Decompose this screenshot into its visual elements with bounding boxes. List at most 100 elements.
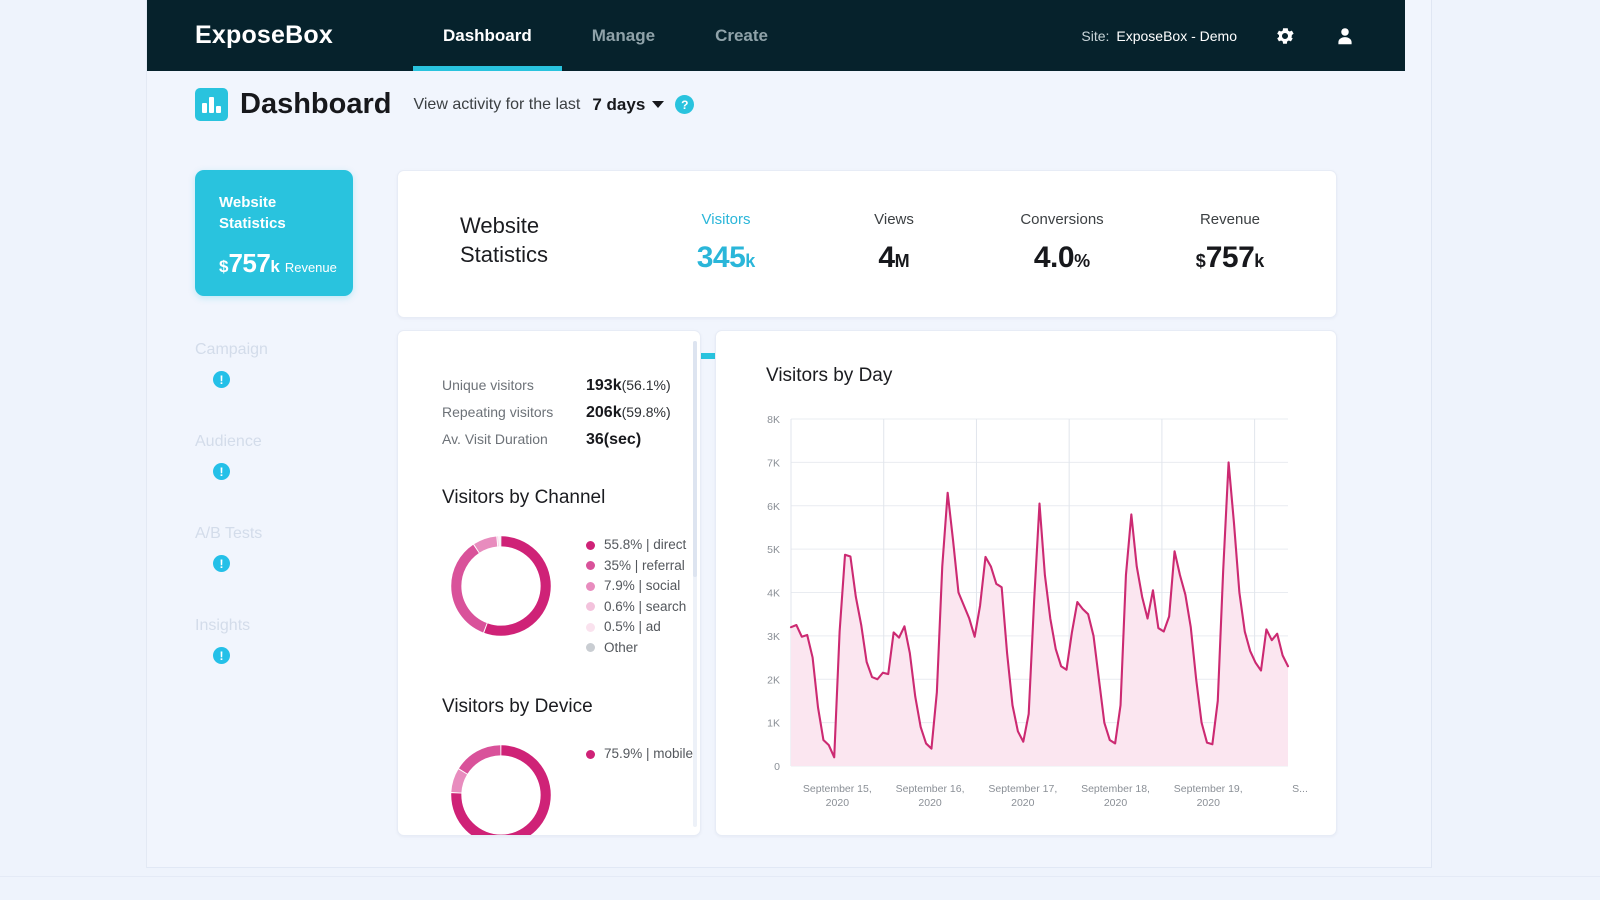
y-axis-tick-label: 8K — [767, 414, 780, 426]
stat-label: Repeating visitors — [442, 404, 554, 420]
kpi-tab-visitors[interactable]: Visitors 345k — [642, 211, 810, 359]
brand-logo[interactable]: ExposeBox — [195, 21, 333, 50]
kpi-row: Website Statistics Visitors 345k Views 4… — [398, 171, 1336, 359]
nav-right-group: Site: ExposeBox - Demo — [1081, 24, 1405, 48]
kpi-tab-views[interactable]: Views 4M — [810, 211, 978, 319]
kpi-summary-card: Website Statistics Visitors 345k Views 4… — [397, 170, 1337, 359]
kpi-tab-conversions[interactable]: Conversions 4.0% — [978, 211, 1146, 319]
kpi-value: 345k — [642, 241, 810, 275]
kpi-value: 4.0% — [978, 241, 1146, 275]
rail-item-website-statistics[interactable]: Website Statistics $757k Revenue — [195, 170, 353, 296]
alert-icon[interactable]: ! — [213, 647, 230, 664]
kpi-label: Revenue — [1199, 211, 1261, 228]
legend-row: 75.9% | mobile — [586, 744, 693, 765]
vertical-scrollbar[interactable] — [693, 341, 697, 827]
rail-item-campaign[interactable]: Campaign ! — [195, 341, 353, 388]
stat-number: 206k — [586, 404, 622, 421]
y-axis-tick-label: 3K — [767, 631, 780, 643]
legend-color-dot — [586, 749, 595, 759]
kpi-label: Conversions — [1020, 211, 1104, 228]
bar-chart-icon — [195, 88, 228, 121]
nav-tab-create[interactable]: Create — [685, 0, 798, 71]
legend-row: 55.8% | direct — [586, 535, 686, 556]
rail-item-label: Insights — [195, 617, 251, 634]
nav-tab-manage[interactable]: Manage — [562, 0, 685, 71]
kpi-number: 345 — [696, 241, 746, 274]
kpi-value: 4M — [810, 241, 978, 275]
alert-icon[interactable]: ! — [213, 463, 230, 480]
stat-value: 36(sec) — [586, 431, 641, 449]
x-axis-tick-label: 2020 — [1197, 797, 1221, 809]
legend-color-dot — [586, 643, 595, 653]
kpi-label: Visitors — [701, 211, 751, 228]
chart-title: Visitors by Day — [766, 365, 893, 386]
y-axis-tick-label: 5K — [767, 544, 780, 556]
alert-icon[interactable]: ! — [213, 371, 230, 388]
kpi-prefix: $ — [1195, 251, 1206, 271]
site-value[interactable]: ExposeBox - Demo — [1116, 28, 1237, 44]
date-range-dropdown[interactable]: 7 days — [592, 94, 665, 115]
legend-row: 0.6% | search — [586, 597, 686, 618]
kpi-unit: % — [1074, 251, 1091, 271]
section-title-visitors-by-channel: Visitors by Channel — [442, 487, 606, 508]
stat-detail: (59.8%) — [621, 404, 671, 420]
visitors-by-device-donut-chart — [451, 745, 551, 835]
visitors-by-channel-donut-chart — [451, 536, 551, 636]
legend-color-dot — [586, 561, 595, 571]
x-axis-tick-label: 2020 — [918, 797, 942, 809]
kpi-tab-revenue[interactable]: Revenue $757k — [1146, 211, 1314, 319]
legend-label: 7.9% | social — [604, 578, 681, 593]
rail-item-insights[interactable]: Insights ! — [195, 617, 353, 664]
channel-legend: 55.8% | direct 35% | referral 7.9% | socia… — [586, 535, 686, 658]
alert-icon[interactable]: ! — [213, 555, 230, 572]
kpi-label: Views — [874, 211, 914, 228]
x-axis-tick-label: September 15, — [803, 783, 872, 795]
stat-label: Unique visitors — [442, 377, 534, 393]
x-axis-tick-label: 2020 — [826, 797, 850, 809]
legend-label: 35% | referral — [604, 557, 685, 573]
legend-label: 0.5% | ad — [604, 619, 661, 634]
rail-item-audience[interactable]: Audience ! — [195, 433, 353, 480]
kpi-unit: M — [894, 251, 910, 271]
date-range-value: 7 days — [592, 94, 646, 114]
gear-icon[interactable] — [1273, 24, 1297, 48]
kpi-number: 757 — [1205, 241, 1255, 274]
kpi-number: 4 — [878, 241, 895, 274]
help-icon[interactable]: ? — [675, 95, 695, 114]
x-axis-tick-label: 2020 — [1104, 797, 1128, 809]
chevron-down-icon — [652, 101, 665, 108]
rail-item-label: A/B Tests — [195, 525, 263, 542]
rail-item-label: Campaign — [195, 341, 268, 358]
x-axis-tick-label: September 19, — [1174, 783, 1243, 795]
kpi-unit: k — [745, 251, 756, 271]
y-axis-tick-label: 1K — [767, 718, 780, 730]
kpi-number: 4.0 — [1033, 241, 1075, 274]
visitors-by-day-area-chart: 0 1K 2K 3K 4K 5K 6K 7K 8K September 15, 2020 Septem… — [767, 414, 1308, 809]
main-nav-links: Dashboard Manage Create — [412, 0, 798, 71]
channel-donut-block: 55.8% | direct 35% | referral 7.9% | socia… — [442, 527, 700, 658]
visitor-details-scroll-area: Unique visitors 193k(56.1%) Repeating vi… — [398, 331, 700, 835]
stat-row-unique-visitors: Unique visitors 193k(56.1%) — [442, 377, 700, 395]
y-axis-tick-label: 2K — [767, 674, 780, 686]
rail-hero-caption: Revenue — [284, 260, 337, 275]
scrollbar-thumb[interactable] — [693, 341, 697, 577]
stat-value: 206k(59.8%) — [586, 404, 671, 422]
stat-label: Av. Visit Duration — [442, 431, 548, 447]
legend-label: 75.9% | mobile — [604, 746, 694, 761]
nav-tab-dashboard[interactable]: Dashboard — [412, 0, 562, 71]
rail-item-ab-tests[interactable]: A/B Tests ! — [195, 525, 353, 572]
legend-row: 7.9% | social — [586, 576, 686, 597]
page-container: ExposeBox Dashboard Manage Create Site: … — [146, 0, 1432, 868]
x-axis-tick-label: September 17, — [988, 783, 1057, 795]
y-axis-tick-label: 0 — [774, 761, 780, 773]
rail-hero-number: 757 — [228, 248, 271, 278]
user-icon[interactable] — [1333, 24, 1357, 48]
visitors-by-day-card: Visitors by Day 0 1K 2K 3K 4K 5K 6K 7K 8K Septemb… — [715, 330, 1337, 836]
device-donut-block: 75.9% | mobile — [442, 736, 700, 835]
legend-color-dot — [586, 581, 595, 591]
rail-item-label: Audience — [195, 433, 262, 450]
left-rail: Website Statistics $757k Revenue Campaign… — [195, 170, 353, 664]
page-bottom-divider — [0, 876, 1600, 877]
kpi-heading-line2: Statistics — [460, 242, 549, 267]
device-legend: 75.9% | mobile — [586, 744, 693, 765]
